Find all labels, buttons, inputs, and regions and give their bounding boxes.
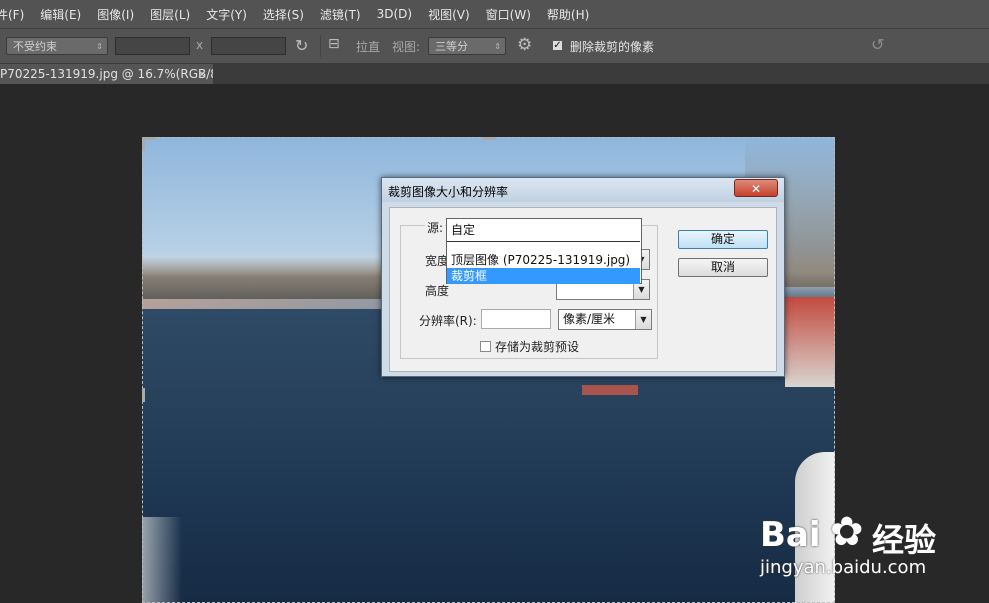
save-preset-label[interactable]: 存储为裁剪预设 [495,338,579,355]
options-bar: 不受约束 ⇕ x ↻ ⊟ 拉直 视图: 三等分 ⇕ ⚙ ✓ 删除裁剪的像素 ↺ [0,28,989,64]
source-option-custom[interactable]: 自定 [447,221,640,242]
cancel-button[interactable]: 取消 [678,258,768,277]
dialog-title: 裁剪图像大小和分辨率 [388,185,509,199]
view-overlay-value: 三等分 [435,40,468,53]
resolution-unit-select[interactable]: 像素/厘米 ▼ [558,309,652,330]
source-label: 源: [425,219,446,236]
source-dropdown-list: 自定 顶层图像 (P70225-131919.jpg) 裁剪框 [446,218,642,284]
photo-boat [582,385,638,395]
height-label: 高度 [425,284,450,298]
source-option-crop-box[interactable]: 裁剪框 [447,268,640,284]
view-overlay-select[interactable]: 三等分 ⇕ [428,37,506,55]
paw-icon: ✿ [830,509,864,555]
crop-handle-top[interactable] [482,137,496,140]
menu-image[interactable]: 图像(I) [97,6,134,23]
menu-edit[interactable]: 编辑(E) [40,6,81,23]
straighten-label[interactable]: 拉直 [356,38,380,55]
ok-button[interactable]: 确定 [678,230,768,249]
menu-view[interactable]: 视图(V) [428,6,470,23]
watermark-url: jingyan.baidu.com [760,557,927,578]
view-label: 视图: [392,40,421,54]
watermark-logo: Bai [760,515,821,555]
menu-layer[interactable]: 图层(L) [150,6,190,23]
chevron-down-icon: ▼ [635,310,651,329]
straighten-icon[interactable]: ⊟ [328,36,340,52]
swap-icon[interactable]: ↻ [295,36,308,55]
crop-size-dialog: 裁剪图像大小和分辨率 ✕ 源: 自定 ▼ 宽度 ▼ 高度 ▼ 分辨率(R): 像… [381,177,785,377]
constraint-select[interactable]: 不受约束 ⇕ [6,37,108,55]
dialog-titlebar[interactable]: 裁剪图像大小和分辨率 ✕ [382,178,784,202]
close-icon[interactable]: × [197,64,207,84]
delete-pixels-checkbox[interactable]: ✓ [552,40,563,51]
document-tab[interactable]: P70225-131919.jpg @ 16.7%(RGB/8) × [0,64,213,84]
resolution-unit-value: 像素/厘米 [563,312,616,326]
menu-type[interactable]: 文字(Y) [206,6,247,23]
select-arrows-icon: ⇕ [494,42,501,51]
menu-filter[interactable]: 滤镜(T) [320,6,361,23]
menu-window[interactable]: 窗口(W) [486,6,531,23]
select-arrows-icon: ⇕ [96,42,103,51]
baidu-watermark: Bai ✿ 经验 jingyan.baidu.com [760,509,989,603]
divider [320,35,321,57]
gear-icon[interactable]: ⚙ [517,35,532,55]
photo-shore [142,299,382,309]
menu-3d[interactable]: 3D(D) [377,7,412,21]
dialog-client: 源: 自定 ▼ 宽度 ▼ 高度 ▼ 分辨率(R): 像素/厘米 ▼ 存储为裁剪预… [389,207,777,372]
photo-building [785,297,835,387]
photo-vignette [142,517,182,603]
source-option-front-image[interactable]: 顶层图像 (P70225-131919.jpg) [447,252,640,268]
crop-handle-top-left[interactable] [142,137,145,151]
constraint-value: 不受约束 [13,40,57,53]
document-tab-row: P70225-131919.jpg @ 16.7%(RGB/8) × [0,64,989,84]
dialog-close-button[interactable]: ✕ [734,179,778,197]
document-tab-title: P70225-131919.jpg @ 16.7%(RGB/8) [0,67,213,81]
width-ratio-field[interactable] [115,37,190,55]
reset-icon[interactable]: ↺ [871,35,884,54]
menu-select[interactable]: 选择(S) [263,6,304,23]
watermark-logo-cn: 经验 [872,521,937,559]
height-ratio-field[interactable] [211,37,286,55]
resolution-label: 分辨率(R): [419,314,477,328]
crop-handle-left[interactable] [142,388,145,402]
menu-help[interactable]: 帮助(H) [547,6,589,23]
save-preset-checkbox[interactable] [480,341,491,352]
menu-file[interactable]: 件(F) [0,6,24,23]
times-symbol: x [196,38,204,52]
resolution-input[interactable] [481,309,551,329]
menu-bar: 件(F) 编辑(E) 图像(I) 图层(L) 文字(Y) 选择(S) 滤镜(T)… [0,0,989,28]
delete-pixels-label[interactable]: 删除裁剪的像素 [570,38,654,55]
